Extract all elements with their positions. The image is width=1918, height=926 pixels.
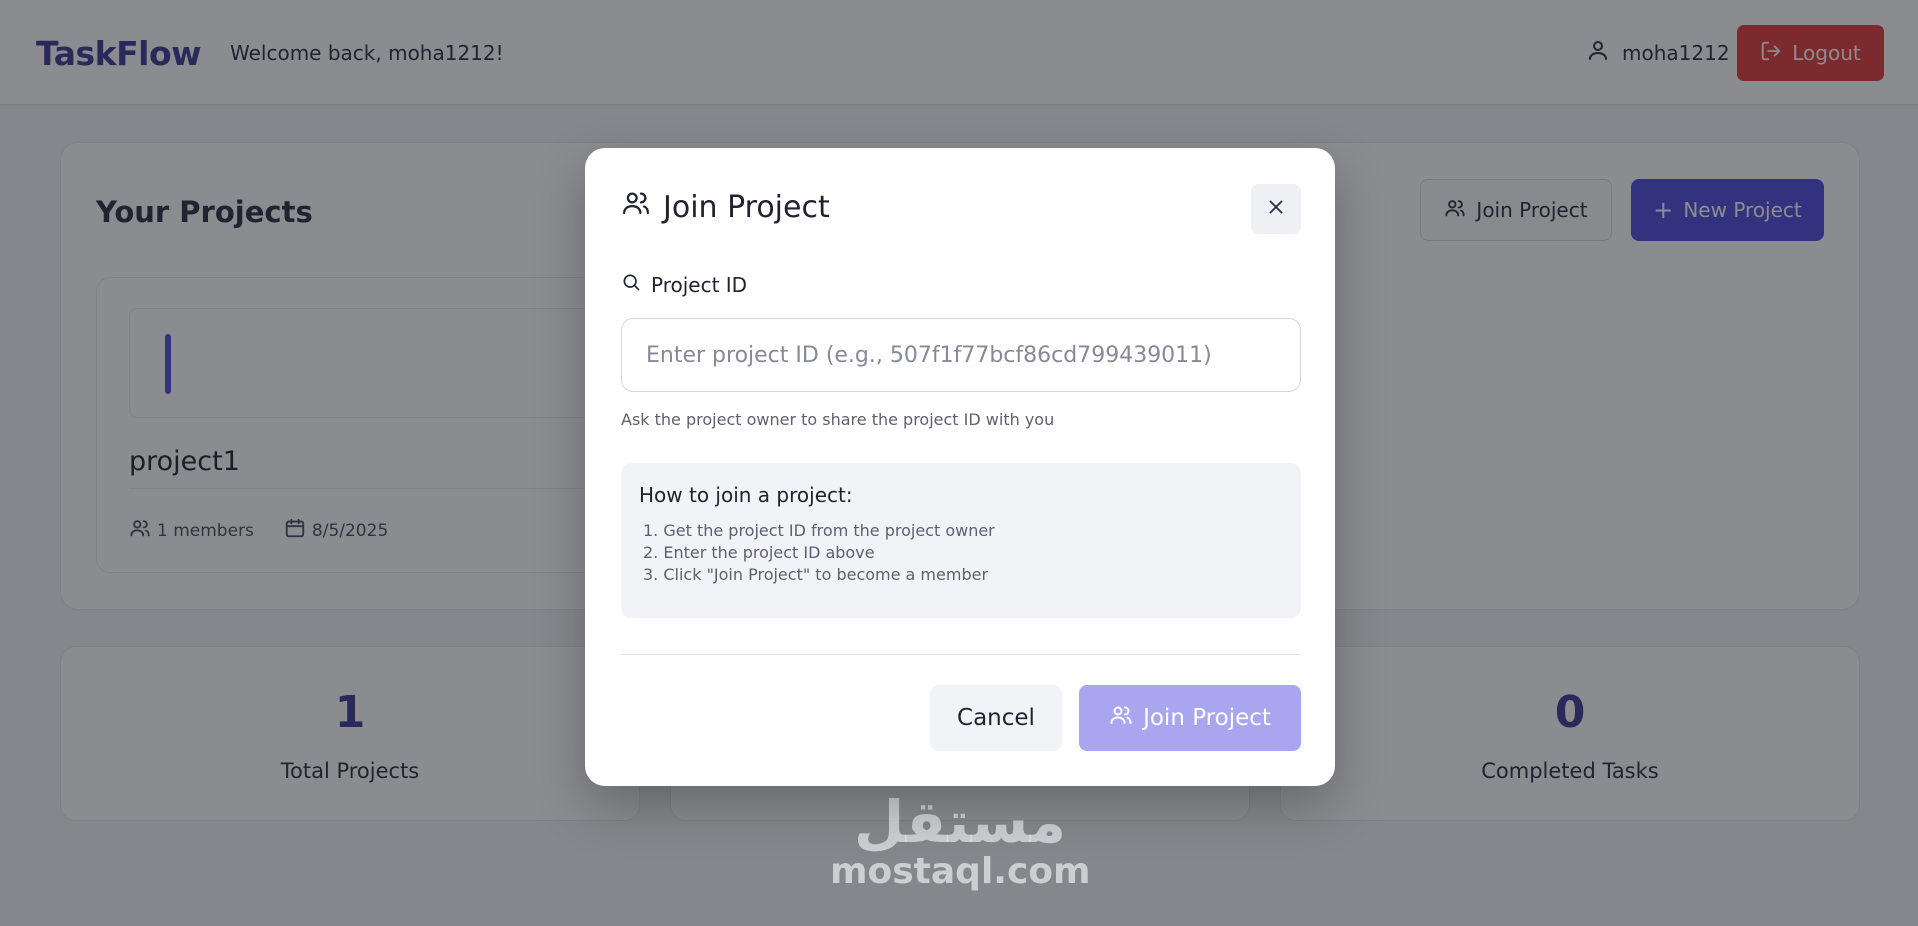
project-id-input[interactable]	[621, 318, 1301, 392]
modal-divider	[621, 654, 1301, 655]
howto-step: 2. Enter the project ID above	[643, 543, 875, 562]
howto-box: How to join a project: 1. Get the projec…	[621, 463, 1301, 618]
watermark-latin: mostaql.com	[830, 851, 1091, 892]
users-icon	[1109, 703, 1133, 733]
project-id-hint: Ask the project owner to share the proje…	[621, 410, 1055, 429]
project-id-label: Project ID	[621, 272, 747, 297]
watermark: مستقل mostaql.com	[830, 788, 1091, 892]
modal-title: Join Project	[621, 188, 830, 226]
howto-step: 1. Get the project ID from the project o…	[643, 521, 995, 540]
close-button[interactable]	[1251, 184, 1301, 234]
howto-title: How to join a project:	[639, 483, 853, 507]
cancel-button[interactable]: Cancel	[930, 685, 1062, 751]
project-id-label-text: Project ID	[651, 272, 748, 297]
watermark-arabic: مستقل	[853, 788, 1067, 856]
howto-step: 3. Click "Join Project" to become a memb…	[643, 565, 989, 584]
join-project-submit-button[interactable]: Join Project	[1079, 685, 1301, 751]
modal-title-text: Join Project	[663, 189, 830, 225]
users-icon	[621, 188, 651, 226]
close-icon	[1265, 196, 1287, 222]
join-project-modal: Join Project Project ID Ask the project …	[585, 148, 1335, 786]
join-project-submit-label: Join Project	[1143, 705, 1271, 731]
search-icon	[621, 272, 641, 297]
